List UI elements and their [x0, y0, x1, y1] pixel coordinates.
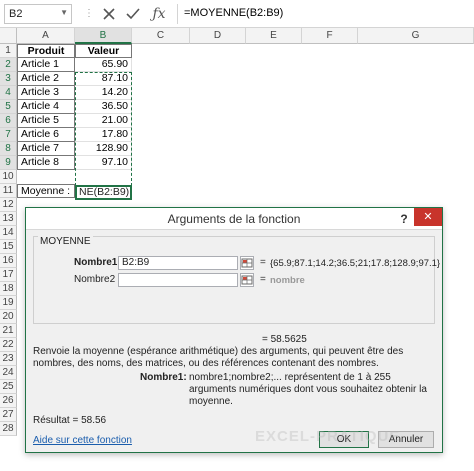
row-header[interactable]: 17: [0, 268, 17, 282]
row-header[interactable]: 9: [0, 156, 17, 170]
average-formula-cell[interactable]: NE(B2:B9): [75, 185, 132, 200]
value-cell[interactable]: 97.10: [75, 156, 132, 170]
arg2-equals: =: [260, 274, 266, 285]
row-header[interactable]: 22: [0, 338, 17, 352]
row-header[interactable]: 27: [0, 408, 17, 422]
row-header[interactable]: 20: [0, 310, 17, 324]
row-header[interactable]: 26: [0, 394, 17, 408]
column-header-e[interactable]: E: [246, 28, 302, 44]
range-select-icon[interactable]: [240, 273, 254, 287]
product-cell[interactable]: Article 3: [17, 86, 75, 100]
column-header-f[interactable]: F: [302, 28, 358, 44]
value-cell[interactable]: 17.80: [75, 128, 132, 142]
enter-icon[interactable]: [122, 3, 144, 25]
row-header[interactable]: 25: [0, 380, 17, 394]
range-select-icon[interactable]: [240, 256, 254, 270]
row-header[interactable]: 24: [0, 366, 17, 380]
name-box-value: B2: [9, 8, 23, 20]
arg1-label: Nombre1: [74, 257, 118, 268]
product-cell[interactable]: Article 1: [17, 58, 75, 72]
table-header-produit[interactable]: Produit: [17, 44, 75, 58]
function-arguments-dialog: Arguments de la fonction ? ✕ MOYENNE Nom…: [25, 207, 443, 453]
row-header[interactable]: 12: [0, 198, 17, 212]
drag-handle-icon[interactable]: ⋮: [84, 8, 94, 20]
value-cell[interactable]: 65.90: [75, 58, 132, 72]
product-cell[interactable]: Article 2: [17, 72, 75, 86]
value-cell[interactable]: 21.00: [75, 114, 132, 128]
product-cell[interactable]: Article 7: [17, 142, 75, 156]
arg1-input[interactable]: B2:B9: [118, 256, 238, 270]
row-header[interactable]: 5: [0, 100, 17, 114]
value-cell[interactable]: 87.10: [75, 72, 132, 86]
result-label: Résultat = 58.56: [33, 415, 107, 426]
row-header[interactable]: 10: [0, 170, 17, 184]
dialog-title-bar[interactable]: Arguments de la fonction ? ✕: [26, 208, 442, 230]
row-header[interactable]: 11: [0, 184, 17, 198]
result-preview: = 58.5625: [262, 334, 307, 345]
value-cell[interactable]: 128.90: [75, 142, 132, 156]
row-header[interactable]: 21: [0, 324, 17, 338]
arg1-equals: =: [260, 257, 266, 268]
product-cell[interactable]: Article 5: [17, 114, 75, 128]
help-link[interactable]: Aide sur cette fonction: [33, 435, 132, 446]
help-icon[interactable]: ?: [396, 208, 412, 230]
row-header[interactable]: 18: [0, 282, 17, 296]
average-label-cell[interactable]: Moyenne :: [17, 184, 75, 198]
row-header[interactable]: 2: [0, 58, 17, 72]
row-header[interactable]: 13: [0, 212, 17, 226]
row-header[interactable]: 6: [0, 114, 17, 128]
row-header[interactable]: 15: [0, 240, 17, 254]
function-name: MOYENNE: [38, 236, 93, 247]
column-header-b[interactable]: B: [75, 28, 132, 44]
close-icon[interactable]: ✕: [414, 208, 442, 226]
cancel-icon[interactable]: [98, 3, 120, 25]
value-cell[interactable]: 36.50: [75, 100, 132, 114]
arg1-result: {65.9;87.1;14.2;36.5;21;17.8;128.9;97.1}: [270, 258, 441, 269]
row-header[interactable]: 23: [0, 352, 17, 366]
name-box[interactable]: B2 ▼: [4, 4, 72, 24]
row-header[interactable]: 14: [0, 226, 17, 240]
arguments-group: MOYENNE Nombre1 B2:B9 = {65.9;87.1;14.2;…: [33, 236, 440, 324]
insert-function-icon[interactable]: ƒx: [148, 3, 170, 25]
chevron-down-icon[interactable]: ▼: [60, 8, 68, 17]
table-header-valeur[interactable]: Valeur: [75, 44, 132, 58]
product-cell[interactable]: Article 8: [17, 156, 75, 170]
arg2-input[interactable]: [118, 273, 238, 287]
product-cell[interactable]: Article 4: [17, 100, 75, 114]
value-cell[interactable]: 14.20: [75, 86, 132, 100]
column-header-g[interactable]: G: [358, 28, 474, 44]
row-header[interactable]: 16: [0, 254, 17, 268]
arg-description-label: Nombre1:: [140, 372, 187, 383]
column-header-c[interactable]: C: [132, 28, 190, 44]
row-header[interactable]: 4: [0, 86, 17, 100]
row-header[interactable]: 3: [0, 72, 17, 86]
row-header[interactable]: 7: [0, 128, 17, 142]
column-header-a[interactable]: A: [17, 28, 75, 44]
row-header[interactable]: 19: [0, 296, 17, 310]
dialog-title: Arguments de la fonction: [167, 212, 301, 226]
row-header[interactable]: 8: [0, 142, 17, 156]
column-header-d[interactable]: D: [190, 28, 246, 44]
product-cell[interactable]: Article 6: [17, 128, 75, 142]
row-header[interactable]: 1: [0, 44, 17, 58]
row-header[interactable]: 28: [0, 422, 17, 436]
function-description: Renvoie la moyenne (espérance arithmétiq…: [33, 346, 404, 369]
formula-bar: B2 ▼ ⋮ ƒx =MOYENNE(B2:B9): [0, 0, 474, 28]
arg2-result: nombre: [270, 275, 305, 286]
formula-input[interactable]: =MOYENNE(B2:B9): [177, 4, 474, 24]
select-all-corner[interactable]: [0, 28, 17, 44]
arg-description-text: nombre1;nombre2;... représentent de 1 à …: [189, 372, 427, 407]
watermark: EXCEL-PRATIQUE: [255, 428, 401, 445]
arg2-label: Nombre2: [74, 274, 116, 285]
